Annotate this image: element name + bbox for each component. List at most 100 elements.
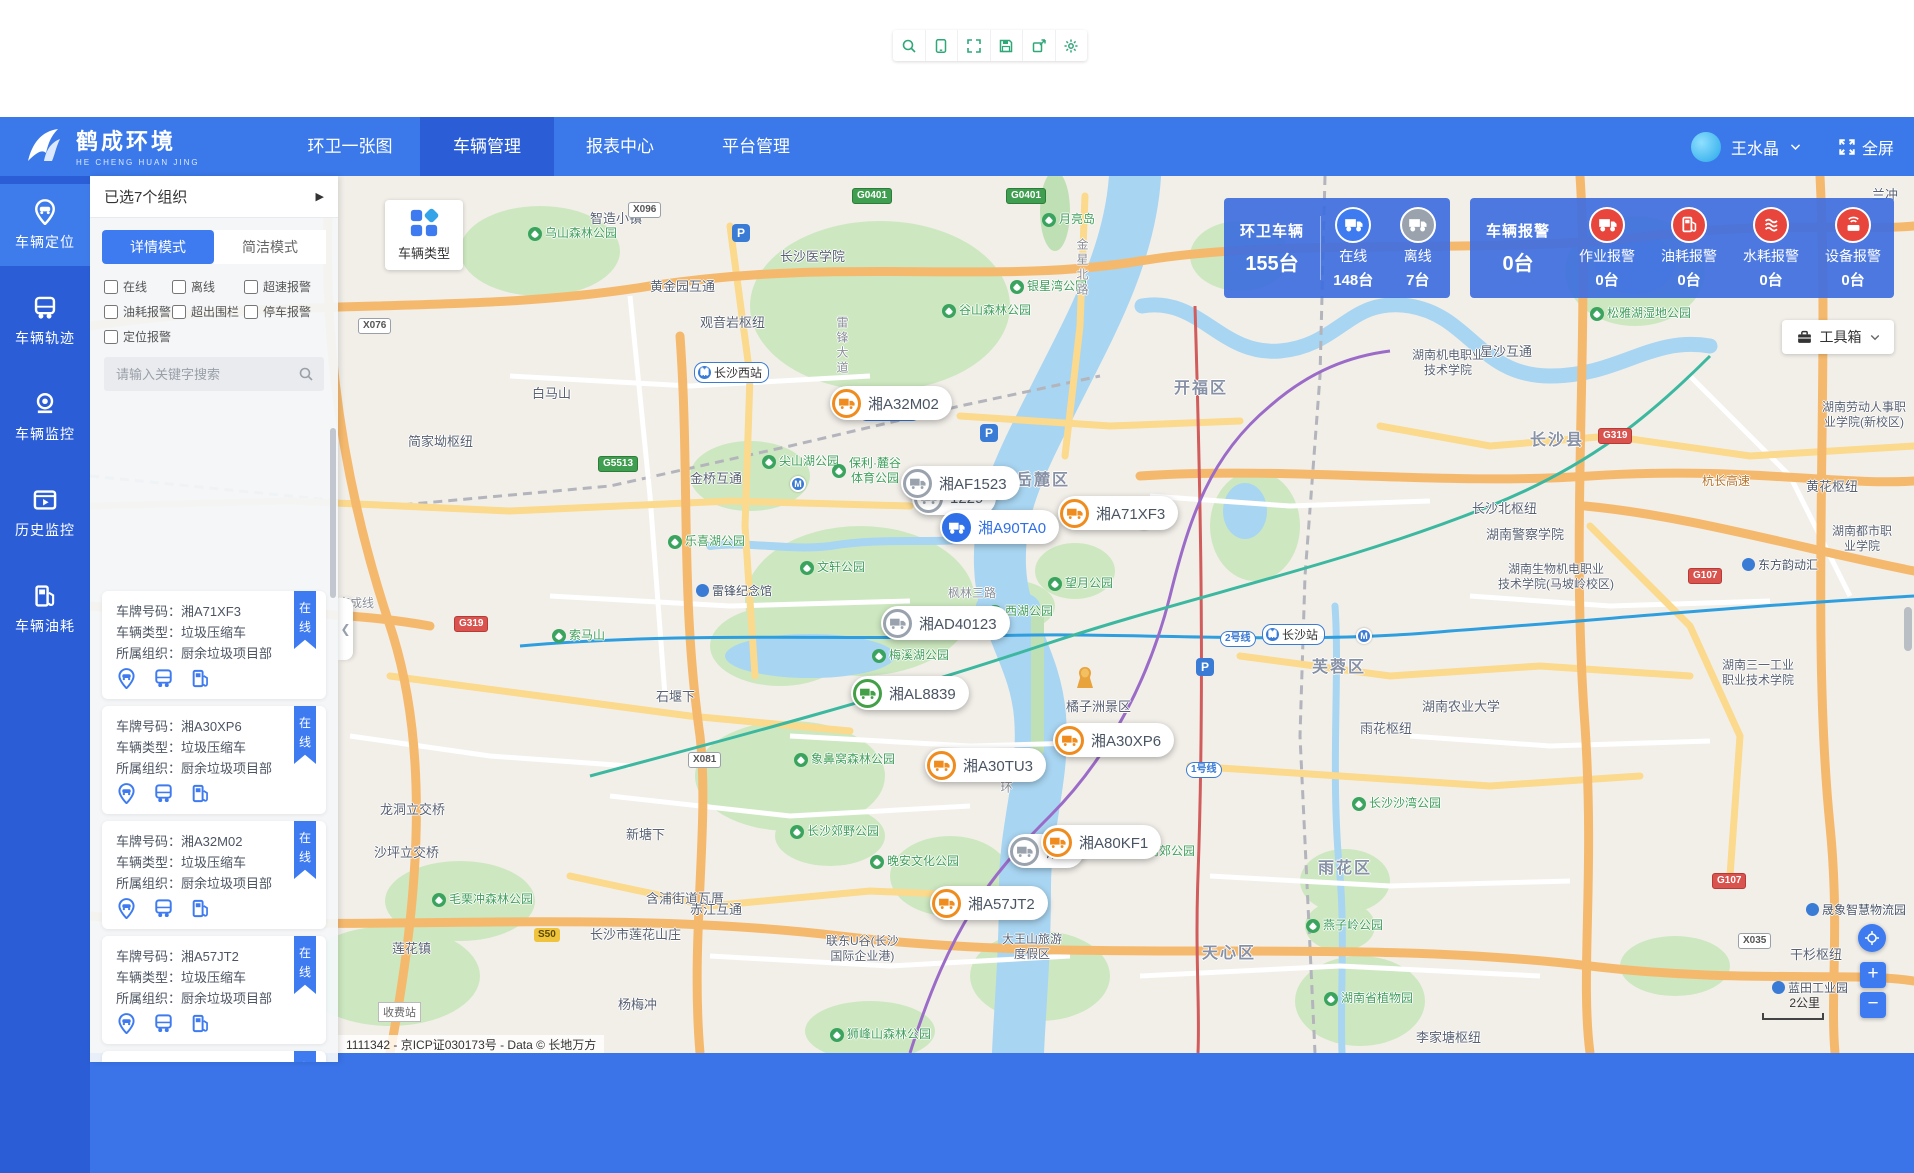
filter-停车报警[interactable]: 停车报警 bbox=[244, 303, 338, 320]
park-tree-icon: ♣ bbox=[1048, 577, 1062, 591]
filter-checkbox[interactable] bbox=[104, 305, 118, 319]
vehicle-card[interactable]: 车牌号码：湘A71XF3车辆类型：垃圾压缩车所属组织：厨余垃圾项目部在线 bbox=[102, 591, 326, 699]
filter-label: 定位报警 bbox=[123, 328, 171, 345]
search-icon[interactable] bbox=[298, 366, 314, 382]
vehicle-action-fuel[interactable] bbox=[190, 1013, 211, 1034]
fullscreen-label: 全屏 bbox=[1862, 135, 1894, 159]
org-selector-row[interactable]: 已选7个组织 ▶ bbox=[90, 176, 338, 218]
vehicle-list[interactable]: 车牌号码：湘A71XF3车辆类型：垃圾压缩车所属组织：厨余垃圾项目部在线车牌号码… bbox=[90, 580, 338, 1062]
map-label: 湖南都市职 业学院 bbox=[1832, 524, 1892, 554]
park-tree-icon: ♣ bbox=[790, 825, 804, 839]
map-label-text: 新塘下 bbox=[626, 827, 665, 842]
vehicle-marker[interactable]: 湘A30TU3 bbox=[925, 748, 1046, 782]
map-label: 芙蓉区 bbox=[1312, 653, 1366, 677]
chevron-down-icon[interactable] bbox=[1789, 140, 1802, 153]
vehicle-marker[interactable]: 湘A32M02 bbox=[830, 386, 952, 420]
truck-icon bbox=[938, 895, 955, 912]
panel-scrollbar[interactable] bbox=[330, 428, 336, 598]
map-canvas[interactable]: 兰冲智造小镇♣乌山森林公园长沙医学院黄金园互通♣月亮岛♣银星湾公园观音岩枢纽♣谷… bbox=[90, 176, 1914, 1053]
road-shield: G107 bbox=[1712, 873, 1746, 889]
nav-item-0[interactable]: 环卫一张图 bbox=[295, 117, 405, 176]
map-tool-share[interactable] bbox=[1022, 30, 1055, 61]
user-name[interactable]: 王水晶 bbox=[1731, 135, 1779, 159]
vehicle-action-car-pin[interactable] bbox=[116, 898, 137, 919]
vehicle-marker[interactable]: 湘A90TA0 bbox=[940, 510, 1059, 544]
park-tree-icon: ♣ bbox=[1324, 992, 1338, 1006]
vehicle-action-bus[interactable] bbox=[153, 1013, 174, 1034]
vehicle-marker[interactable]: 湘A30XP6 bbox=[1053, 723, 1174, 757]
device-circle-icon bbox=[1835, 207, 1871, 243]
search-input[interactable] bbox=[114, 366, 298, 383]
filter-checkbox[interactable] bbox=[172, 305, 186, 319]
org-expand-arrow-icon[interactable]: ▶ bbox=[316, 190, 324, 203]
fuel-icon bbox=[1680, 215, 1699, 234]
nav-item-3[interactable]: 平台管理 bbox=[708, 117, 804, 176]
filter-超速报警[interactable]: 超速报警 bbox=[244, 278, 338, 295]
filter-checkbox[interactable] bbox=[244, 280, 258, 294]
map-label-text: 橘子洲景区 bbox=[1066, 699, 1131, 714]
fullscreen-button[interactable]: 全屏 bbox=[1838, 135, 1894, 159]
nav-item-2[interactable]: 报表中心 bbox=[572, 117, 668, 176]
avatar[interactable] bbox=[1691, 132, 1721, 162]
filter-checkbox[interactable] bbox=[104, 280, 118, 294]
vehicle-marker[interactable]: 湘AF1523 bbox=[901, 466, 1020, 500]
filter-超出围栏[interactable]: 超出围栏 bbox=[172, 303, 244, 320]
filter-定位报警[interactable]: 定位报警 bbox=[104, 328, 172, 345]
bus-icon bbox=[153, 898, 174, 919]
sidebar-item-video[interactable]: 历史监控 bbox=[0, 472, 90, 554]
map-label-text: 芙蓉区 bbox=[1312, 659, 1366, 676]
fleet-stat-card: 环卫车辆 155台 在线148台离线7台 bbox=[1224, 198, 1450, 298]
page-scrollbar[interactable] bbox=[1904, 607, 1912, 651]
road-shield: G107 bbox=[1688, 568, 1722, 584]
vehicle-marker[interactable]: 湘A57JT2 bbox=[930, 886, 1048, 920]
map-tool-floppy[interactable] bbox=[990, 30, 1023, 61]
vehicle-action-bus[interactable] bbox=[153, 668, 174, 689]
tab-mode-0[interactable]: 详情模式 bbox=[102, 230, 214, 264]
sidebar-item-car-pin[interactable]: 车辆定位 bbox=[0, 184, 90, 266]
vehicle-card[interactable]: 车牌号码：湘A30XP6车辆类型：垃圾压缩车所属组织：厨余垃圾项目部在线 bbox=[102, 706, 326, 814]
vehicle-action-car-pin[interactable] bbox=[116, 783, 137, 804]
vehicle-type-button[interactable]: 车辆类型 bbox=[385, 200, 463, 270]
map-label-text: 梅溪湖公园 bbox=[889, 648, 949, 663]
vehicle-action-car-pin[interactable] bbox=[116, 1013, 137, 1034]
filter-checkbox[interactable] bbox=[244, 305, 258, 319]
vehicle-action-bus[interactable] bbox=[153, 783, 174, 804]
sidebar-item-fuel[interactable]: 车辆油耗 bbox=[0, 568, 90, 650]
vehicle-card[interactable]: 车牌号码：湘A90TA0车辆类型：垃圾压缩车所属组织：厨余垃圾项目部在线 bbox=[102, 1051, 326, 1062]
filter-在线[interactable]: 在线 bbox=[104, 278, 172, 295]
vehicle-marker[interactable]: 湘A71XF3 bbox=[1058, 496, 1178, 530]
nav-item-1[interactable]: 车辆管理 bbox=[420, 117, 554, 176]
map-label-text: 雨花枢纽 bbox=[1360, 721, 1412, 736]
filter-油耗报警[interactable]: 油耗报警 bbox=[104, 303, 172, 320]
vehicle-card[interactable]: 车牌号码：湘A32M02车辆类型：垃圾压缩车所属组织：厨余垃圾项目部在线 bbox=[102, 821, 326, 929]
zoom-out-button[interactable]: − bbox=[1860, 992, 1886, 1018]
sidebar-item-camera[interactable]: 车辆监控 bbox=[0, 376, 90, 458]
vehicle-action-fuel[interactable] bbox=[190, 898, 211, 919]
filter-checkbox[interactable] bbox=[172, 280, 186, 294]
vehicle-action-bus[interactable] bbox=[153, 898, 174, 919]
toolbox-button[interactable]: 工具箱 bbox=[1782, 320, 1894, 354]
map-tool-tablet[interactable] bbox=[925, 30, 958, 61]
toolbox-icon bbox=[1796, 329, 1813, 346]
vehicle-marker[interactable]: 湘AD40123 bbox=[881, 606, 1010, 640]
panel-collapse-handle[interactable]: ❮ bbox=[338, 598, 353, 660]
filter-离线[interactable]: 离线 bbox=[172, 278, 244, 295]
tab-mode-1[interactable]: 简洁模式 bbox=[214, 230, 326, 264]
park-tree-icon: ♣ bbox=[528, 227, 542, 241]
stat-count: 7台 bbox=[1406, 269, 1429, 290]
vehicle-marker[interactable]: 湘A80KF1 bbox=[1041, 825, 1161, 859]
filter-checkbox[interactable] bbox=[104, 330, 118, 344]
vehicle-card[interactable]: 车牌号码：湘A57JT2车辆类型：垃圾压缩车所属组织：厨余垃圾项目部在线 bbox=[102, 936, 326, 1044]
zoom-in-button[interactable]: + bbox=[1860, 962, 1886, 988]
map-tool-gear[interactable] bbox=[1055, 30, 1088, 61]
map-tool-search[interactable] bbox=[893, 30, 925, 61]
truck-icon bbox=[1055, 726, 1084, 755]
map-tool-expand[interactable] bbox=[957, 30, 990, 61]
locate-button[interactable] bbox=[1858, 924, 1886, 952]
vehicle-action-fuel[interactable] bbox=[190, 668, 211, 689]
vehicle-action-car-pin[interactable] bbox=[116, 668, 137, 689]
vehicle-management-page: 兰冲智造小镇♣乌山森林公园长沙医学院黄金园互通♣月亮岛♣银星湾公园观音岩枢纽♣谷… bbox=[0, 0, 1914, 1173]
vehicle-action-fuel[interactable] bbox=[190, 783, 211, 804]
vehicle-marker[interactable]: 湘AL8839 bbox=[851, 676, 969, 710]
sidebar-item-bus[interactable]: 车辆轨迹 bbox=[0, 280, 90, 362]
